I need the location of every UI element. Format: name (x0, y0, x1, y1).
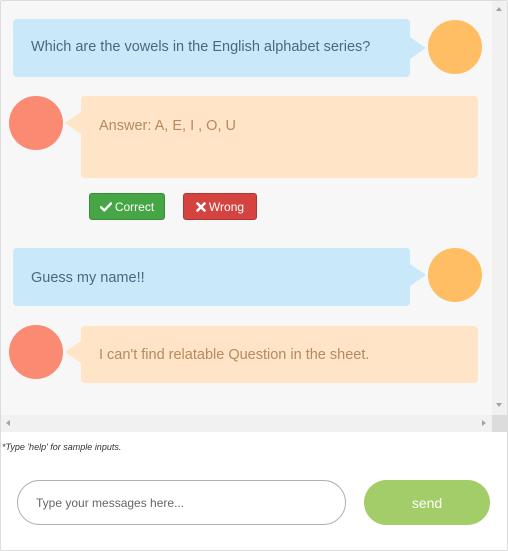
message-text: Answer: A, E, I , O, U (99, 118, 236, 134)
bubble-tail (65, 112, 81, 134)
bubble-tail (410, 264, 426, 286)
message-text: I can't find relatable Question in the s… (99, 347, 370, 363)
chat-history[interactable]: Which are the vowels in the English alph… (1, 1, 492, 415)
wrong-label: Wrong (208, 199, 245, 214)
bot-avatar (9, 96, 63, 150)
bot-message: I can't find relatable Question in the s… (81, 326, 478, 383)
vertical-scrollbar[interactable] (492, 1, 507, 415)
check-icon (99, 201, 112, 212)
user-message: Which are the vowels in the English alph… (13, 19, 410, 77)
bot-avatar (9, 325, 63, 379)
scroll-up-icon[interactable] (496, 7, 502, 11)
user-avatar (428, 20, 482, 74)
send-button[interactable]: send (364, 480, 490, 525)
message-text: Which are the vowels in the English alph… (31, 39, 371, 55)
composer-bar: send (1, 461, 507, 550)
scroll-down-icon[interactable] (496, 403, 502, 407)
correct-button[interactable]: Correct (89, 193, 165, 220)
bubble-tail (410, 37, 426, 59)
horizontal-scrollbar[interactable] (1, 415, 492, 432)
correct-label: Correct (114, 199, 155, 214)
scroll-left-icon[interactable] (6, 420, 10, 426)
chat-window: Which are the vowels in the English alph… (0, 0, 508, 551)
wrong-button[interactable]: Wrong (183, 193, 257, 220)
user-message: Guess my name!! (13, 248, 410, 306)
scrollbar-corner (492, 415, 507, 432)
message-input[interactable] (17, 480, 346, 525)
scroll-right-icon[interactable] (482, 420, 486, 426)
user-avatar (428, 248, 482, 302)
bubble-tail (65, 341, 81, 363)
bot-message: Answer: A, E, I , O, U (81, 96, 478, 178)
help-hint: *Type 'help' for sample inputs. (2, 442, 122, 452)
times-icon (196, 201, 206, 212)
message-text: Guess my name!! (31, 270, 145, 286)
